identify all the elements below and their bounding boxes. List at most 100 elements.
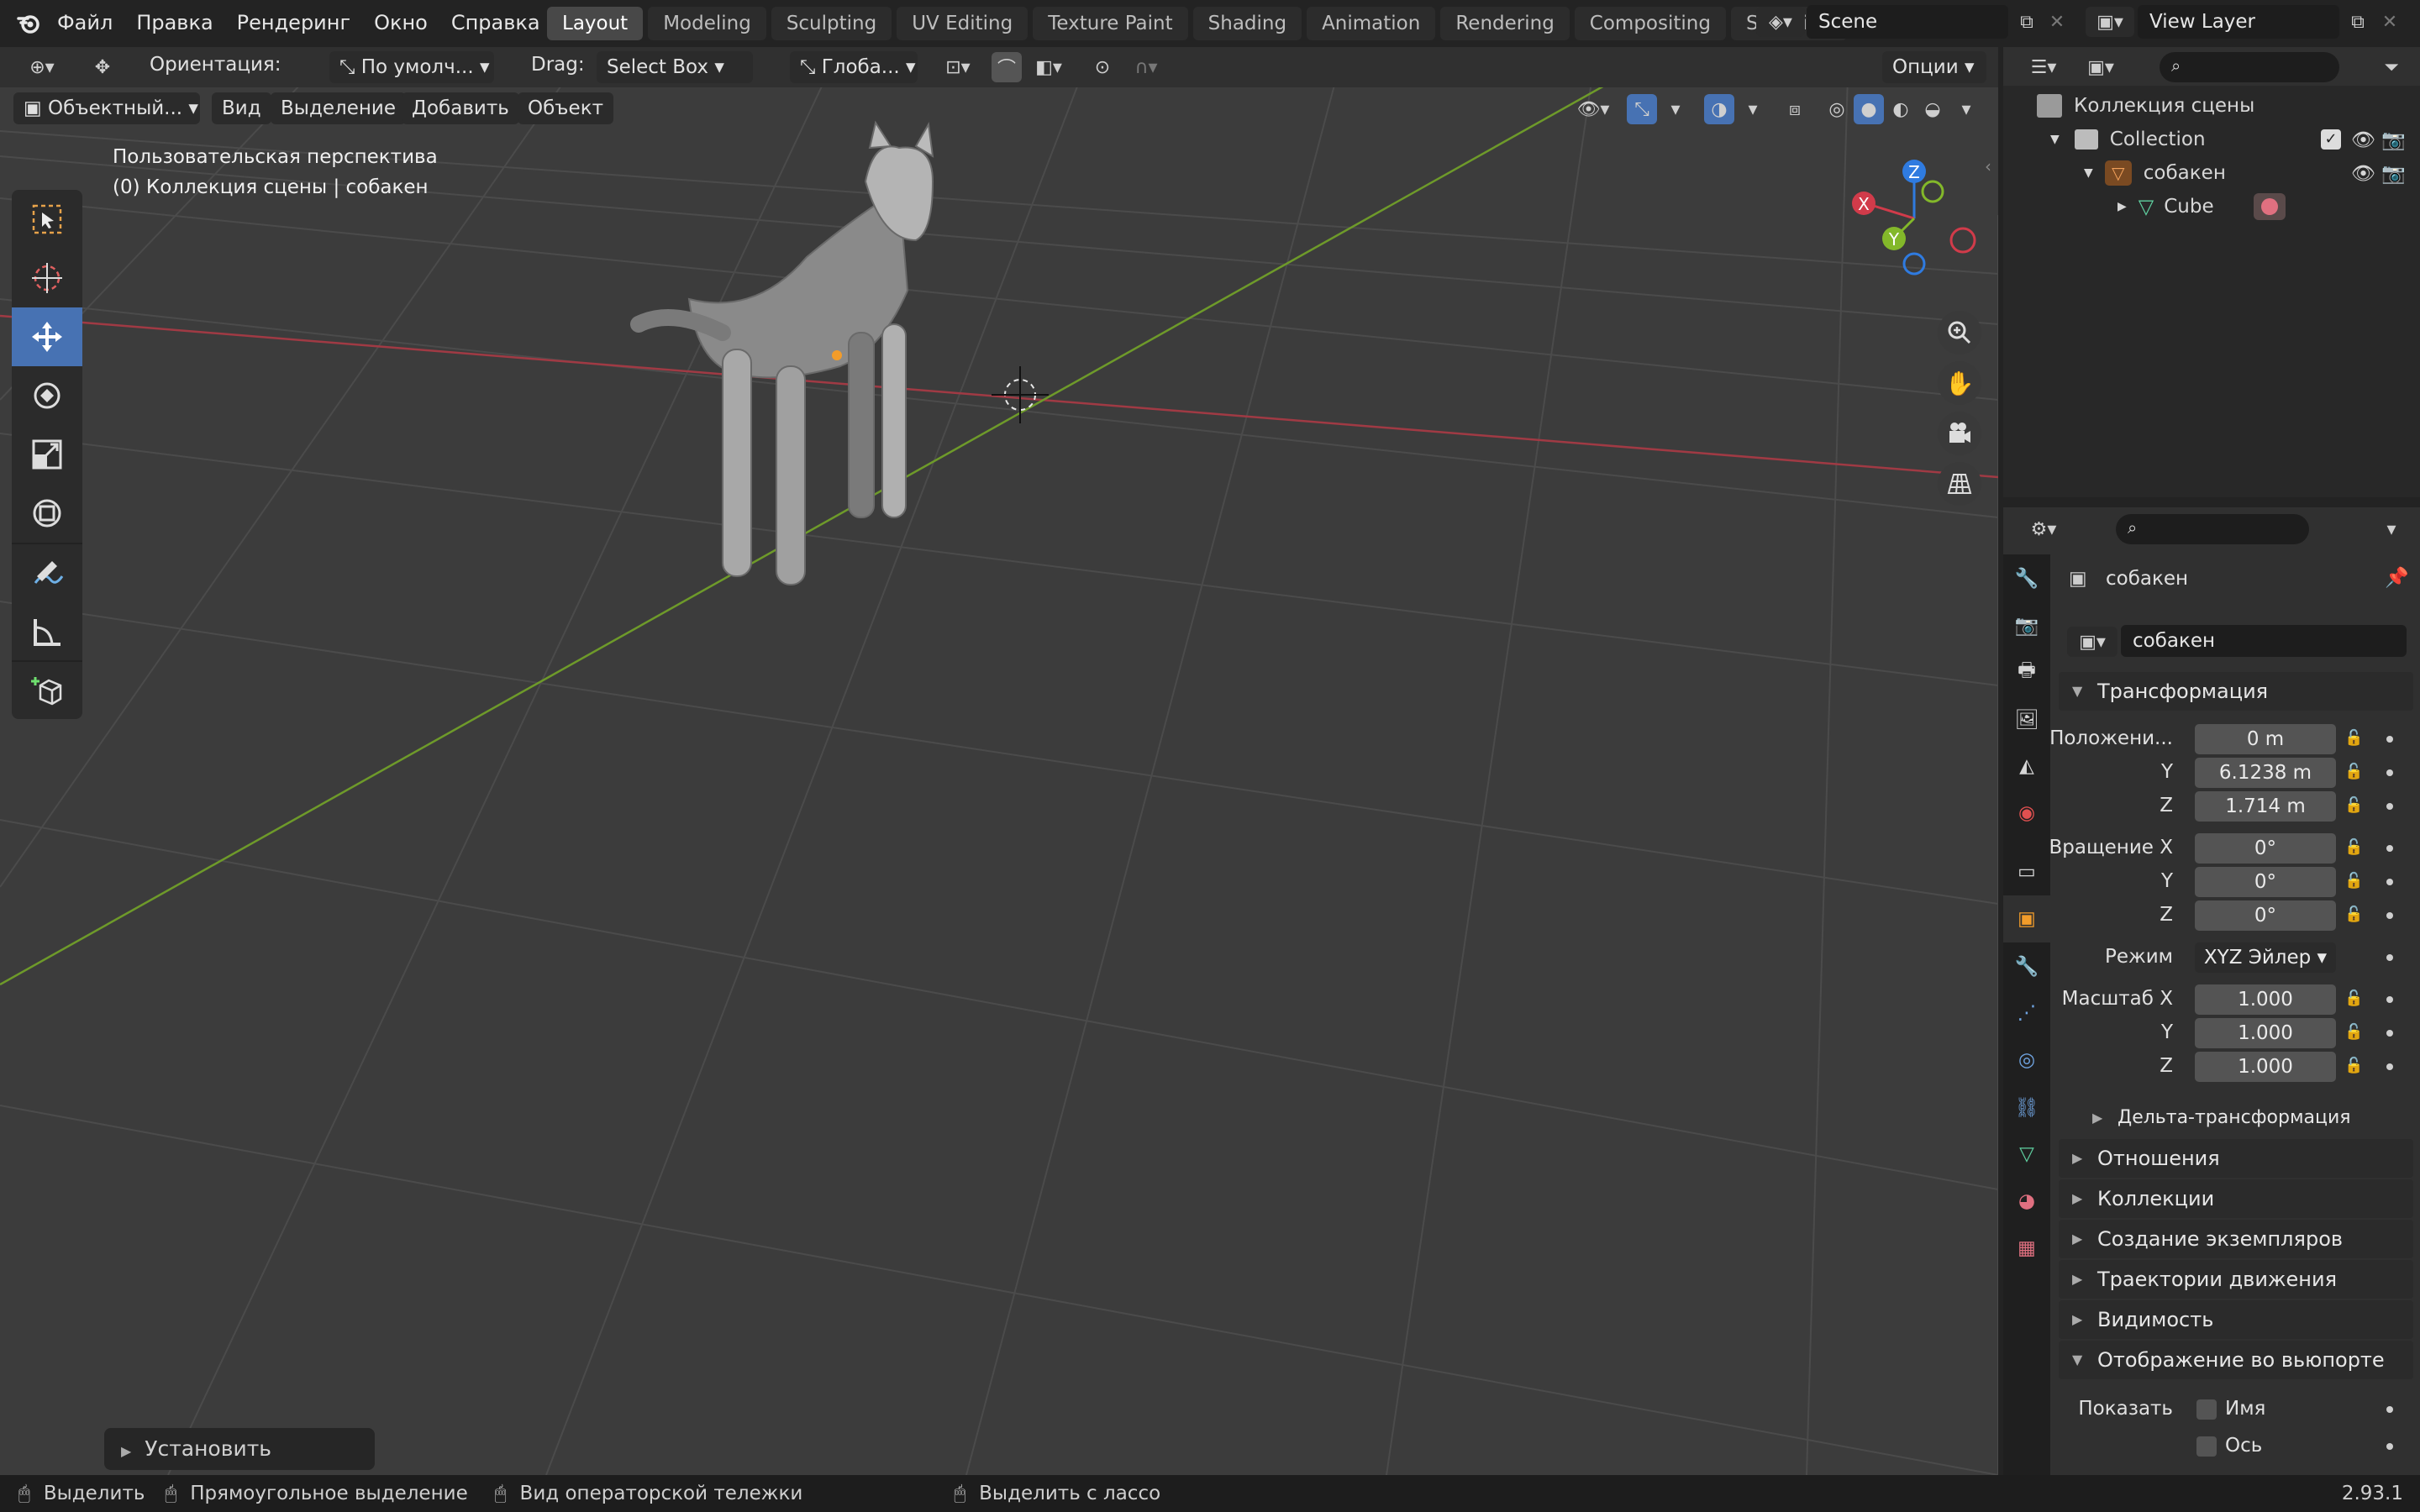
overlays-menu-icon[interactable]: ▾: [1738, 94, 1768, 124]
tab-sculpting[interactable]: Sculpting: [771, 7, 892, 40]
3d-viewport[interactable]: ⊕▾ ✥ Ориентация: ⤡ По умолч... ▾ Drag: S…: [0, 47, 1998, 1475]
shading-menu-icon[interactable]: ▾: [1951, 94, 1981, 124]
move-tool[interactable]: [12, 307, 82, 366]
pivot-point-icon[interactable]: ⊡▾: [934, 52, 981, 82]
menu-select[interactable]: Выделение: [271, 92, 406, 124]
solid-shading-icon[interactable]: ●: [1854, 94, 1884, 124]
blender-logo-icon[interactable]: [12, 6, 45, 39]
expand-arrow-icon[interactable]: ▶: [2118, 200, 2127, 213]
sidebar-toggle-icon[interactable]: ‹: [1985, 156, 1991, 176]
snap-target-icon[interactable]: ◧▾: [1025, 52, 1072, 82]
object-name-field[interactable]: собакен: [2121, 625, 2407, 657]
keyframe-dot[interactable]: [2386, 1443, 2393, 1450]
tab-output[interactable]: 🖶: [2003, 648, 2050, 696]
rotation-y-field[interactable]: 0°: [2195, 867, 2336, 897]
proportional-edit-icon[interactable]: ⊙: [1087, 52, 1118, 82]
tab-material[interactable]: ◕: [2003, 1178, 2050, 1225]
keyframe-dot[interactable]: [2386, 1406, 2393, 1413]
show-axis-checkbox[interactable]: [2196, 1436, 2217, 1457]
lock-icon[interactable]: 🔓: [2344, 729, 2363, 747]
menu-window[interactable]: Окно: [362, 4, 439, 41]
lock-icon[interactable]: 🔓: [2344, 1057, 2363, 1074]
rotate-tool[interactable]: [12, 366, 82, 425]
tab-compositing[interactable]: Compositing: [1574, 7, 1726, 40]
lock-icon[interactable]: 🔓: [2344, 906, 2363, 923]
add-cube-tool[interactable]: [12, 660, 82, 719]
section-transform[interactable]: ▼ Трансформация: [2059, 672, 2413, 711]
eye-icon[interactable]: 👁: [2351, 162, 2375, 185]
menu-edit[interactable]: Правка: [124, 4, 224, 41]
rotation-z-field[interactable]: 0°: [2195, 900, 2336, 931]
editor-type-icon[interactable]: ⊕▾: [17, 52, 67, 82]
collapse-arrow-icon[interactable]: ▼: [2050, 133, 2060, 146]
menu-view[interactable]: Вид: [212, 92, 271, 124]
properties-options-icon[interactable]: ▾: [2376, 514, 2407, 544]
location-z-field[interactable]: 1.714 m: [2195, 791, 2336, 822]
lock-icon[interactable]: 🔓: [2344, 796, 2363, 814]
keyframe-dot[interactable]: [2386, 954, 2393, 961]
scale-tool[interactable]: [12, 425, 82, 484]
lock-icon[interactable]: 🔓: [2344, 838, 2363, 856]
falloff-icon[interactable]: ∩▾: [1121, 52, 1171, 82]
section-viewport-display[interactable]: ▼ Отображение во вьюпорте: [2059, 1341, 2413, 1379]
lock-icon[interactable]: 🔓: [2344, 1023, 2363, 1041]
tab-physics[interactable]: ◎: [2003, 1037, 2050, 1084]
tab-scene[interactable]: ◭: [2003, 743, 2050, 790]
collapse-arrow-icon[interactable]: ▼: [2084, 166, 2093, 180]
outliner-row-mesh[interactable]: ▶ ▽ Cube: [2003, 190, 2420, 223]
properties-search-input[interactable]: ⌕: [2116, 514, 2309, 544]
tab-rendering[interactable]: Rendering: [1440, 7, 1570, 40]
tab-modifiers[interactable]: 🔧: [2003, 942, 2050, 990]
section-instancing[interactable]: ▶ Создание экземпляров: [2059, 1220, 2413, 1258]
delete-scene-icon[interactable]: ✕: [2042, 7, 2072, 37]
transform-tool[interactable]: [12, 484, 82, 543]
tab-render[interactable]: 📷: [2003, 601, 2050, 648]
section-motion-paths[interactable]: ▶ Траектории движения: [2059, 1260, 2413, 1299]
keyframe-dot[interactable]: [2386, 1063, 2393, 1070]
snap-icon[interactable]: ⌒: [992, 52, 1022, 82]
annotate-tool[interactable]: [12, 543, 82, 601]
options-dropdown[interactable]: Опции ▾: [1882, 51, 1986, 83]
scale-x-field[interactable]: 1.000: [2195, 984, 2336, 1015]
scale-z-field[interactable]: 1.000: [2195, 1052, 2336, 1082]
cursor-tool[interactable]: [12, 249, 82, 307]
delete-view-layer-icon[interactable]: ✕: [2375, 7, 2405, 37]
outliner-row-collection[interactable]: ▼ Collection ✓ 👁 📷: [2003, 123, 2420, 156]
orientation-dropdown[interactable]: ⤡ По умолч... ▾: [329, 51, 494, 83]
camera-view-icon[interactable]: [1938, 412, 1981, 455]
move-tool-icon[interactable]: ✥: [87, 52, 118, 82]
tab-animation[interactable]: Animation: [1307, 7, 1436, 40]
perspective-toggle-icon[interactable]: [1938, 462, 1981, 506]
drag-dropdown[interactable]: Select Box ▾: [597, 51, 753, 83]
section-delta-transform[interactable]: ▶ Дельта-трансформация: [2059, 1099, 2413, 1137]
view-layer-selector-icon[interactable]: ▣▾: [2086, 7, 2134, 37]
tab-object[interactable]: ▣: [2003, 895, 2050, 942]
section-relations[interactable]: ▶ Отношения: [2059, 1139, 2413, 1178]
tab-shading[interactable]: Shading: [1192, 7, 1302, 40]
tab-texture-paint[interactable]: Texture Paint: [1033, 7, 1188, 40]
tab-constraints[interactable]: ⛓: [2003, 1084, 2050, 1131]
camera-icon[interactable]: 📷: [2381, 129, 2406, 151]
exclude-checkbox[interactable]: ✓: [2321, 129, 2341, 150]
pan-hand-icon[interactable]: ✋: [1938, 361, 1981, 405]
new-view-layer-icon[interactable]: ⧉: [2343, 7, 2373, 37]
redo-panel[interactable]: ▶ Установить подраздел: [104, 1428, 375, 1470]
rotation-mode-dropdown[interactable]: XYZ Эйлер ▾: [2195, 942, 2336, 973]
keyframe-dot[interactable]: [2386, 845, 2393, 852]
transform-orientation-dropdown[interactable]: ⤡ Глоба... ▾: [790, 51, 918, 83]
menu-file[interactable]: Файл: [45, 4, 124, 41]
properties-editor-type-icon[interactable]: ⚙▾: [2018, 514, 2069, 544]
material-icon[interactable]: [2254, 193, 2286, 220]
outliner-row-scene-collection[interactable]: Коллекция сцены: [2003, 89, 2420, 123]
location-x-field[interactable]: 0 m: [2195, 724, 2336, 754]
tab-tool[interactable]: 🔧: [2003, 554, 2050, 601]
keyframe-dot[interactable]: [2386, 803, 2393, 810]
display-mode-icon[interactable]: ▣▾: [2075, 52, 2126, 82]
section-visibility[interactable]: ▶ Видимость: [2059, 1300, 2413, 1339]
tab-uv-editing[interactable]: UV Editing: [897, 7, 1028, 40]
new-scene-icon[interactable]: ⧉: [2012, 7, 2042, 37]
wireframe-shading-icon[interactable]: ◎: [1822, 94, 1852, 124]
gizmo-menu-icon[interactable]: ▾: [1660, 94, 1691, 124]
lock-icon[interactable]: 🔓: [2344, 990, 2363, 1007]
tab-view-layer[interactable]: 🖼: [2003, 696, 2050, 743]
